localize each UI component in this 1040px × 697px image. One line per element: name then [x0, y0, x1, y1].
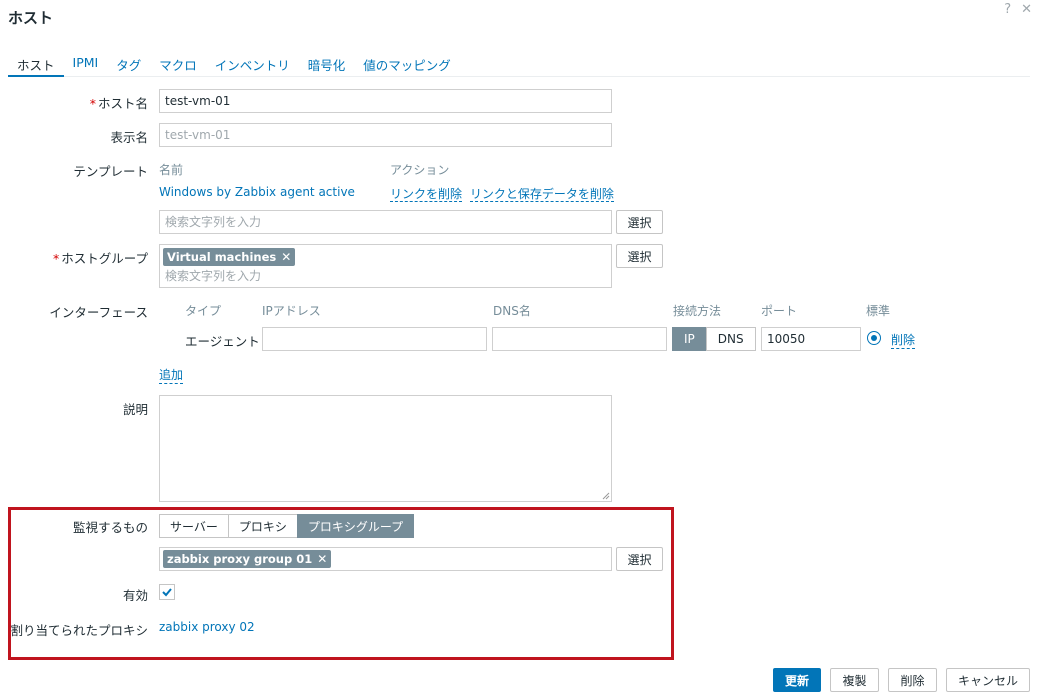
proxy-group-multiselect[interactable]: zabbix proxy group 01 ✕: [159, 547, 612, 571]
connect-dns-button[interactable]: DNS: [705, 327, 756, 351]
add-interface-link[interactable]: 追加: [159, 366, 184, 384]
hostname-label: * ホスト名: [89, 96, 148, 111]
hostgroups-multiselect[interactable]: Virtual machines ✕ 検索文字列を入力: [159, 244, 612, 288]
update-button[interactable]: 更新: [773, 668, 821, 692]
tab-macros[interactable]: マクロ: [150, 52, 206, 77]
hostname-input[interactable]: test-vm-01: [159, 89, 612, 113]
tab-encryption[interactable]: 暗号化: [299, 52, 355, 77]
monitored-by-server[interactable]: サーバー: [159, 514, 229, 538]
assigned-proxy-link[interactable]: zabbix proxy 02: [159, 620, 255, 634]
help-icon[interactable]: ?: [1004, 2, 1011, 17]
header-icons: ? ✕: [1004, 2, 1032, 17]
tab-value-mapping[interactable]: 値のマッピング: [354, 52, 460, 77]
unlink-clear-link[interactable]: リンクと保存データを削除: [469, 187, 614, 202]
enabled-checkbox[interactable]: [159, 584, 175, 600]
col-ip: IPアドレス: [262, 304, 321, 318]
template-select-button[interactable]: 選択: [616, 210, 663, 234]
tab-bar: ホスト IPMI タグ マクロ インベントリ 暗号化 値のマッピング: [8, 52, 1030, 77]
col-connect: 接続方法: [673, 304, 722, 318]
connect-ip-button[interactable]: IP: [672, 327, 707, 351]
monitored-by-label: 監視するもの: [72, 520, 148, 535]
tab-inventory[interactable]: インベントリ: [206, 52, 299, 77]
visible-name-input[interactable]: test-vm-01: [159, 123, 612, 147]
unlink-link[interactable]: リンクを削除: [390, 187, 463, 202]
hostgroups-label: * ホストグループ: [52, 251, 148, 266]
proxy-group-tag: zabbix proxy group 01 ✕: [163, 550, 332, 568]
col-default: 標準: [866, 304, 891, 318]
templates-label: テンプレート: [73, 164, 148, 179]
templates-col-name: 名前: [159, 163, 184, 177]
enabled-label: 有効: [122, 588, 148, 603]
interfaces-label: インターフェース: [49, 305, 148, 320]
description-label: 説明: [122, 402, 148, 417]
remove-tag-icon[interactable]: ✕: [281, 250, 291, 264]
proxy-group-select-button[interactable]: 選択: [616, 547, 663, 571]
interface-type: エージェント: [185, 334, 260, 349]
templates-col-action: アクション: [390, 163, 450, 177]
dialog-title: ホスト: [8, 9, 54, 27]
col-port: ポート: [761, 304, 798, 318]
connect-toggle: IP DNS: [672, 327, 756, 351]
remove-tag-icon[interactable]: ✕: [317, 552, 327, 566]
description-textarea[interactable]: [159, 395, 612, 502]
tab-ipmi[interactable]: IPMI: [64, 52, 108, 77]
default-radio[interactable]: [867, 331, 881, 345]
hostgroup-tag: Virtual machines ✕: [163, 248, 296, 266]
col-type: タイプ: [185, 304, 222, 318]
monitored-by-proxy-group[interactable]: プロキシグループ: [296, 514, 415, 538]
required-marker: *: [89, 96, 96, 111]
cancel-button[interactable]: キャンセル: [946, 668, 1030, 692]
monitored-by-proxy[interactable]: プロキシ: [227, 514, 298, 538]
col-dns: DNS名: [493, 304, 531, 318]
remove-interface-link[interactable]: 削除: [891, 331, 916, 349]
ip-input[interactable]: [262, 327, 487, 351]
tab-tags[interactable]: タグ: [107, 52, 150, 77]
check-icon: [162, 588, 172, 597]
monitored-by-toggle: サーバー プロキシ プロキシグループ: [159, 514, 415, 538]
port-input[interactable]: 10050: [761, 327, 861, 351]
visible-name-label: 表示名: [110, 130, 148, 145]
tab-host[interactable]: ホスト: [8, 52, 64, 77]
assigned-proxy-label: 割り当てられたプロキシ: [10, 623, 148, 638]
hostgroups-search[interactable]: 検索文字列を入力: [165, 267, 261, 284]
close-icon[interactable]: ✕: [1021, 2, 1032, 17]
required-marker: *: [52, 251, 60, 266]
template-link[interactable]: Windows by Zabbix agent active: [159, 185, 355, 199]
resize-handle-icon[interactable]: [602, 492, 610, 500]
dns-input[interactable]: [492, 327, 667, 351]
template-search-input[interactable]: 検索文字列を入力: [159, 210, 612, 234]
template-actions: リンクを削除 リンクと保存データを削除: [390, 185, 614, 202]
delete-button[interactable]: 削除: [888, 668, 937, 692]
hostgroups-select-button[interactable]: 選択: [616, 244, 663, 268]
clone-button[interactable]: 複製: [830, 668, 879, 692]
